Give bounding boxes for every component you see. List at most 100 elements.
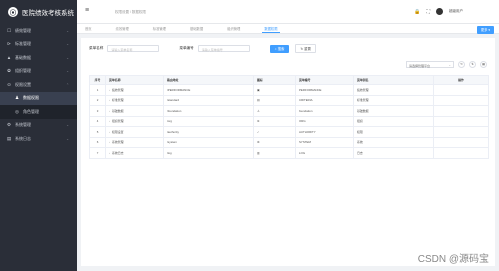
tab-home[interactable]: 首页: [83, 25, 94, 32]
sidebar-item-label: 系统日志: [15, 135, 31, 141]
sidebar-item-org[interactable]: ✿ 组织管理 ⌄: [0, 65, 77, 79]
expand-icon[interactable]: ›: [109, 109, 110, 113]
logo-icon: ⦿: [8, 7, 18, 17]
sidebar-item-label: 系统管理: [15, 122, 31, 128]
row-name: 系统管理: [111, 140, 124, 145]
row-icon: ▤: [253, 94, 296, 106]
row-actions[interactable]: [433, 136, 489, 148]
menu-table: 序号 菜单名称 路由地址 图标 菜单编号 菜单别名 操作 1 › 绩效管理 /PE…: [89, 75, 489, 159]
sidebar-item-authority[interactable]: ⊙ 权限设置 ⌃: [0, 78, 77, 92]
sidebar-item-label: 角色管理: [23, 108, 39, 114]
columns-icon[interactable]: ▦: [480, 61, 487, 68]
table-header-row: 序号 菜单名称 路由地址 图标 菜单编号 菜单别名 操作: [89, 75, 489, 85]
col-alias: 菜单别名: [353, 75, 434, 85]
expand-icon[interactable]: ›: [109, 140, 110, 144]
row-alias: 组织: [353, 115, 434, 127]
tab-data-permission[interactable]: 数据权限: [262, 25, 280, 33]
platform-select[interactable]: 请选择管理平台 ⌄: [406, 61, 454, 68]
row-no: 7: [89, 147, 106, 159]
expand-icon[interactable]: ›: [109, 98, 110, 102]
row-actions[interactable]: [433, 105, 489, 117]
user-name[interactable]: 超级用户: [449, 9, 463, 14]
row-actions[interactable]: [433, 147, 489, 159]
row-icon: ⚙: [253, 136, 296, 148]
row-code: ORG: [295, 115, 354, 127]
chevron-down-icon: ⌄: [448, 63, 451, 67]
table-row[interactable]: 3 › 基础数据 /foundation ♙ foundation 基础数据: [89, 105, 489, 117]
row-name: 基础数据: [111, 108, 124, 113]
table-row[interactable]: 1 › 绩效管理 /PERFORMANCE ▣ PERFORMANCE 绩效管理: [89, 84, 489, 96]
brand[interactable]: ⦿ 医院绩效考核系统: [0, 0, 77, 24]
col-name: 菜单名称: [105, 75, 164, 85]
breadcrumb: 权限设置 / 数据权限: [115, 10, 146, 14]
row-alias: 系统: [353, 136, 434, 148]
main-content: 菜单名称 请输入菜单名称 菜单编号 请输入菜单编号 ⌕ 搜索 ↻ 重置 请选择管…: [81, 38, 495, 266]
sidebar-item-data-permission[interactable]: ♟ 数据权限: [0, 91, 77, 105]
fullscreen-icon[interactable]: ⛶: [426, 9, 430, 15]
table-row[interactable]: 5 › 权限设置 /authority ✓ AUTHORITY 权限: [89, 126, 489, 138]
sidebar-item-roles[interactable]: ◎ 角色管理: [0, 105, 77, 119]
expand-icon[interactable]: ›: [109, 119, 110, 123]
chevron-down-icon: ⌄: [66, 136, 69, 141]
chevron-down-icon: ⌄: [66, 123, 69, 128]
sidebar-item-label: 绩效管理: [15, 27, 31, 33]
sidebar-item-standard[interactable]: ⊳ 标准管理 ⌄: [0, 38, 77, 52]
sidebar-item-foundation[interactable]: ▲ 基础数据 ⌄: [0, 51, 77, 65]
row-alias: 标准管理: [353, 94, 434, 106]
row-path: /org: [163, 115, 254, 127]
row-path: /foundation: [163, 105, 254, 117]
table-row[interactable]: 7 › 系统日志 /log ▥ LOG 日志: [89, 147, 489, 159]
row-actions[interactable]: [433, 94, 489, 106]
col-no: 序号: [89, 75, 106, 85]
sidebar-item-performance[interactable]: ☐ 绩效管理 ⌄: [0, 24, 77, 38]
table-row[interactable]: 4 › 组织管理 /org ⊗ ORG 组织: [89, 115, 489, 127]
sidebar: ⦿ 医院绩效考核系统 ☐ 绩效管理 ⌄ ⊳ 标准管理 ⌄ ▲ 基础数据 ⌄ ✿ 组织管理 ⌄ ⊙…: [0, 0, 77, 271]
menu-name-label: 菜单名称: [89, 46, 104, 50]
row-actions[interactable]: [433, 126, 489, 138]
app-title: 医院绩效考核系统: [22, 10, 74, 17]
table-row[interactable]: 2 › 标准管理 /standard ▤ CRITERIA 标准管理: [89, 94, 489, 106]
row-code: LOG: [295, 147, 354, 159]
submenu-authority: ♟ 数据权限 ◎ 角色管理: [0, 91, 77, 119]
platform-select-value: 请选择管理平台: [409, 63, 431, 68]
row-no: 4: [89, 115, 106, 127]
refresh-icon[interactable]: ↻: [458, 61, 465, 68]
sidebar-item-log[interactable]: ▤ 系统日志 ⌄: [0, 132, 77, 146]
menu-toggle-icon[interactable]: ≡: [85, 7, 89, 14]
sidebar-item-label: 标准管理: [15, 41, 31, 47]
gear-icon: ⚙: [6, 122, 12, 128]
col-path: 路由地址: [163, 75, 254, 85]
tab-standard[interactable]: 标准管理: [151, 25, 168, 32]
menu-code-input[interactable]: 请输入菜单编号: [197, 45, 250, 52]
sidebar-item-system[interactable]: ⚙ 系统管理 ⌄: [0, 119, 77, 133]
row-actions[interactable]: [433, 84, 489, 96]
sidebar-item-label: 组织管理: [15, 68, 31, 74]
tab-org[interactable]: 组织管理: [225, 25, 242, 32]
row-name-cell: › 组织管理: [105, 115, 164, 127]
col-actions: 操作: [433, 75, 489, 85]
tab-bar: 首页 绩效管理 标准管理 基础数据 组织管理 数据权限 更多 ▾: [77, 24, 499, 34]
tab-foundation[interactable]: 基础数据: [188, 25, 205, 32]
table-row[interactable]: 6 › 系统管理 /system ⚙ SYSTEM 系统: [89, 136, 489, 148]
expand-icon[interactable]: ›: [109, 130, 110, 134]
avatar[interactable]: [436, 8, 443, 15]
row-path: /authority: [163, 126, 254, 138]
row-name: 绩效管理: [111, 87, 124, 92]
row-alias: 绩效管理: [353, 84, 434, 96]
menu-name-input[interactable]: 请输入菜单名称: [107, 45, 160, 52]
lock-icon[interactable]: 🔒: [414, 9, 420, 15]
toggle-search-icon[interactable]: ⇅: [469, 61, 476, 68]
top-header: ≡ 权限设置 / 数据权限 🔒 ⛶ 超级用户: [77, 0, 499, 24]
reset-button[interactable]: ↻ 重置: [295, 44, 316, 53]
tab-performance[interactable]: 绩效管理: [114, 25, 131, 32]
row-code: SYSTEM: [295, 136, 354, 148]
org-icon: ✿: [7, 68, 11, 74]
search-button[interactable]: ⌕ 搜索: [269, 44, 290, 53]
header-actions: 🔒 ⛶ 超级用户: [414, 8, 463, 15]
expand-icon[interactable]: ›: [109, 151, 110, 155]
row-actions[interactable]: [433, 115, 489, 127]
expand-icon[interactable]: ›: [109, 88, 110, 92]
row-icon: ✓: [253, 126, 296, 138]
row-name-cell: › 系统日志: [105, 147, 164, 159]
tabs-more-button[interactable]: 更多 ▾: [476, 25, 494, 34]
